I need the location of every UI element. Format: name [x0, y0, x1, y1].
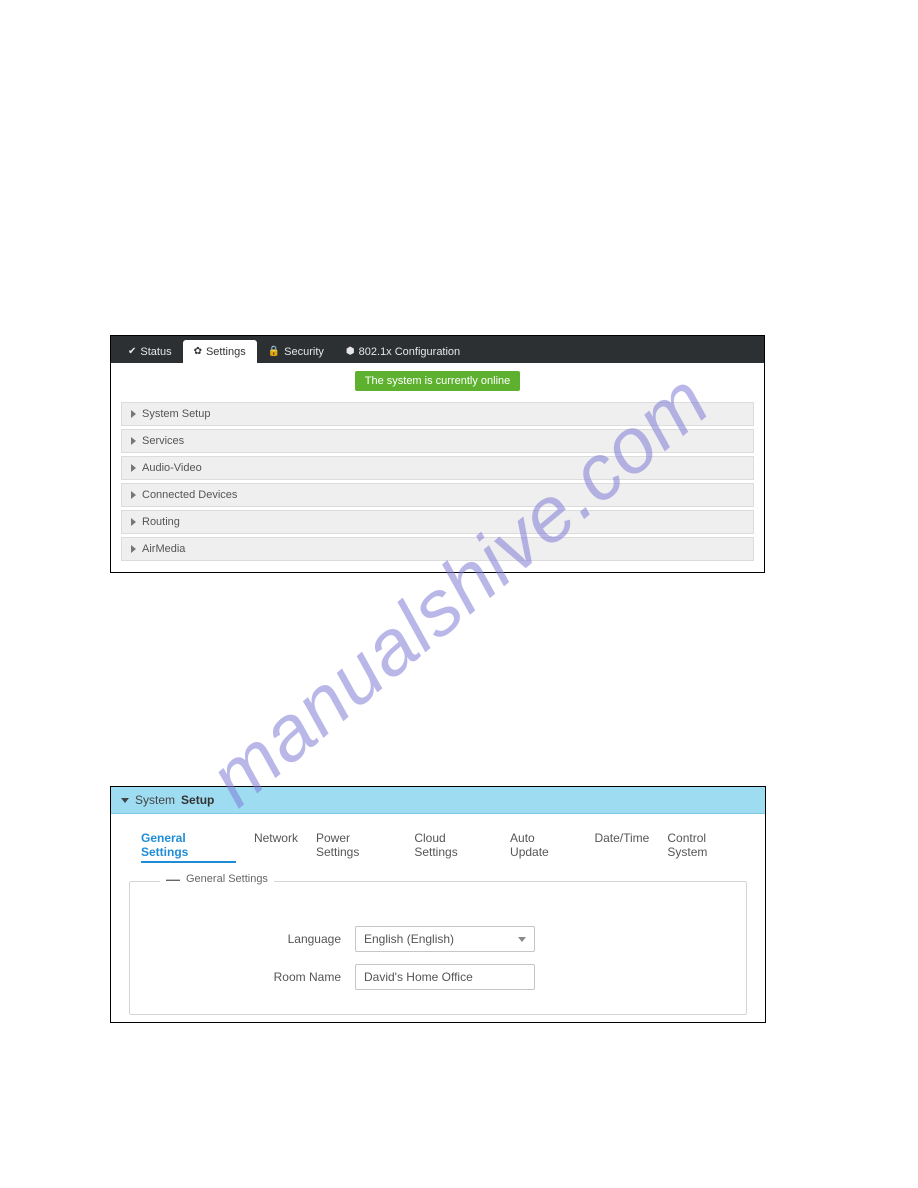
language-value: English (English) — [364, 932, 454, 946]
subtab-control-system[interactable]: Control System — [667, 831, 749, 863]
globe-icon: ⬢ — [346, 347, 355, 357]
acc-connected-devices[interactable]: Connected Devices — [121, 483, 754, 507]
language-select[interactable]: English (English) — [355, 926, 535, 952]
tab-label: 802.1x Configuration — [359, 346, 461, 358]
caret-right-icon — [131, 545, 136, 553]
tab-label: Security — [284, 346, 324, 358]
acc-label: AirMedia — [142, 543, 185, 555]
settings-accordion: System Setup Services Audio-Video Connec… — [111, 397, 764, 569]
caret-right-icon — [131, 437, 136, 445]
caret-right-icon — [131, 491, 136, 499]
general-settings-group: — General Settings Language English (Eng… — [129, 881, 747, 1015]
settings-screenshot: ✔ Status ✿ Settings 🔒 Security ⬢ 802.1x … — [110, 335, 765, 573]
system-setup-screenshot: System Setup General Settings Network Po… — [110, 786, 766, 1023]
acc-services[interactable]: Services — [121, 429, 754, 453]
system-setup-header[interactable]: System Setup — [111, 787, 765, 814]
language-row: Language English (English) — [150, 926, 726, 952]
room-name-label: Room Name — [150, 970, 355, 984]
subtab-network[interactable]: Network — [254, 831, 298, 863]
caret-right-icon — [131, 464, 136, 472]
acc-label: Routing — [142, 516, 180, 528]
acc-airmedia[interactable]: AirMedia — [121, 537, 754, 561]
header-bold: Setup — [181, 793, 214, 807]
acc-label: System Setup — [142, 408, 210, 420]
acc-label: Audio-Video — [142, 462, 202, 474]
acc-label: Services — [142, 435, 184, 447]
subtab-date-time[interactable]: Date/Time — [594, 831, 649, 863]
acc-label: Connected Devices — [142, 489, 237, 501]
top-tabbar: ✔ Status ✿ Settings 🔒 Security ⬢ 802.1x … — [111, 336, 764, 363]
group-legend[interactable]: — General Settings — [160, 873, 274, 885]
gear-icon: ✿ — [194, 347, 202, 357]
tab-settings[interactable]: ✿ Settings — [183, 340, 257, 363]
tab-status[interactable]: ✔ Status — [117, 340, 183, 363]
language-label: Language — [150, 932, 355, 946]
acc-audio-video[interactable]: Audio-Video — [121, 456, 754, 480]
status-banner: The system is currently online — [355, 371, 521, 391]
caret-right-icon — [131, 518, 136, 526]
header-prefix: System — [135, 793, 175, 807]
tab-8021x[interactable]: ⬢ 802.1x Configuration — [335, 340, 471, 363]
acc-system-setup[interactable]: System Setup — [121, 402, 754, 426]
subtab-row: General Settings Network Power Settings … — [111, 814, 765, 869]
subtab-auto-update[interactable]: Auto Update — [510, 831, 576, 863]
lock-icon: 🔒 — [268, 347, 280, 357]
caret-down-icon — [121, 798, 129, 803]
subtab-cloud-settings[interactable]: Cloud Settings — [414, 831, 492, 863]
acc-routing[interactable]: Routing — [121, 510, 754, 534]
room-name-input[interactable] — [355, 964, 535, 990]
subtab-general-settings[interactable]: General Settings — [141, 831, 236, 863]
check-icon: ✔ — [128, 347, 136, 357]
collapse-icon: — — [166, 874, 180, 884]
tab-label: Settings — [206, 346, 246, 358]
group-title: General Settings — [186, 873, 268, 885]
subtab-power-settings[interactable]: Power Settings — [316, 831, 396, 863]
status-banner-wrap: The system is currently online — [111, 363, 764, 397]
caret-right-icon — [131, 410, 136, 418]
tab-security[interactable]: 🔒 Security — [257, 340, 335, 363]
chevron-down-icon — [518, 937, 526, 942]
room-name-row: Room Name — [150, 964, 726, 990]
tab-label: Status — [140, 346, 171, 358]
